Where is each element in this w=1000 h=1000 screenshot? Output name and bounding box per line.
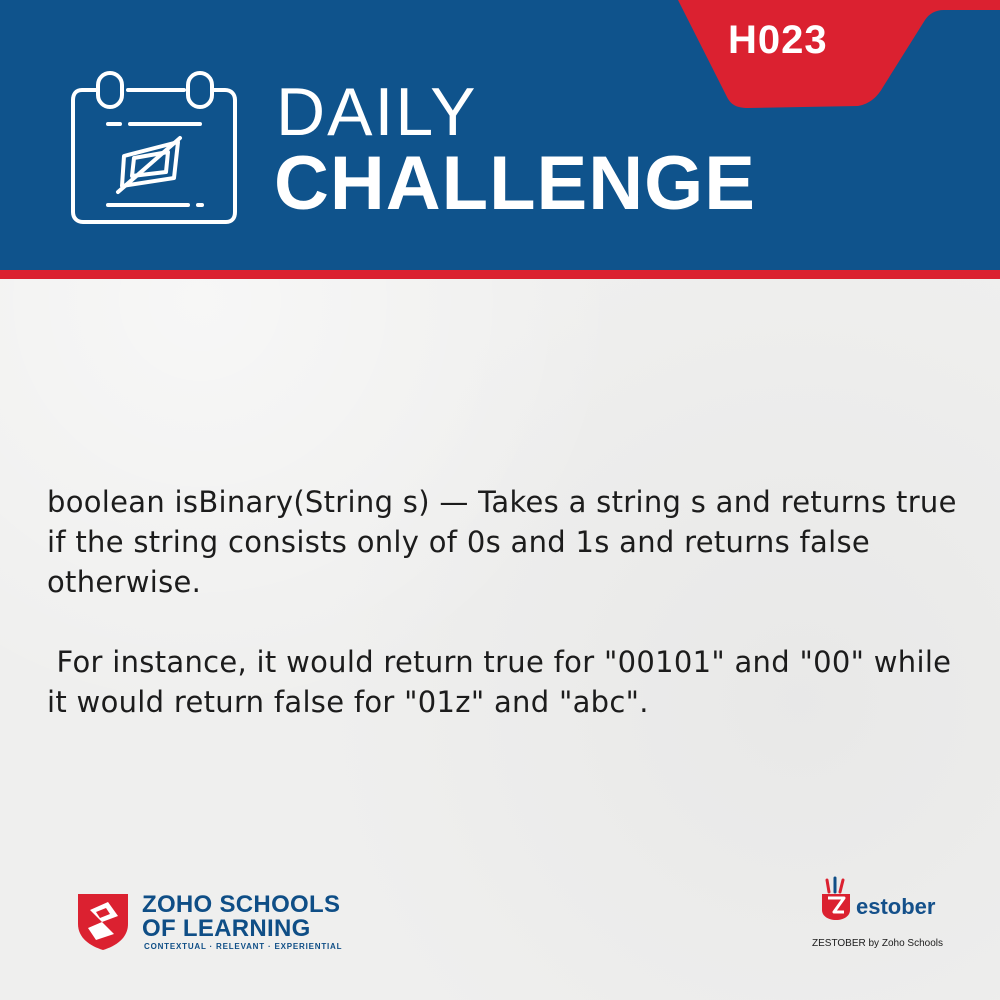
zoho-schools-tagline: CONTEXTUAL · RELEVANT · EXPERIENTIAL [144, 942, 343, 951]
title-daily: DAILY [276, 74, 478, 150]
header-red-stripe [0, 270, 1000, 279]
challenge-paragraph-definition: boolean isBinary(String s) — Takes a str… [47, 485, 957, 599]
calendar-icon [71, 71, 237, 224]
challenge-paragraph-example: For instance, it would return true for "… [47, 642, 967, 722]
zoho-schools-logo-icon [78, 894, 128, 950]
zoho-schools-name: ZOHO SCHOOLS OF LEARNING [142, 893, 340, 941]
challenge-example-text: For instance, it would return true for "… [47, 645, 952, 719]
zoho-schools-name-line2: OF LEARNING [142, 915, 311, 942]
zestober-wordmark: estober [856, 894, 936, 919]
challenge-code: H023 [728, 18, 828, 62]
zestober-logo-icon [822, 876, 850, 920]
title-challenge: CHALLENGE [274, 141, 756, 226]
zoho-schools-name-line1: ZOHO SCHOOLS [142, 891, 341, 918]
zestober-caption: ZESTOBER by Zoho Schools [812, 938, 943, 949]
challenge-description: boolean isBinary(String s) — Takes a str… [47, 482, 967, 722]
